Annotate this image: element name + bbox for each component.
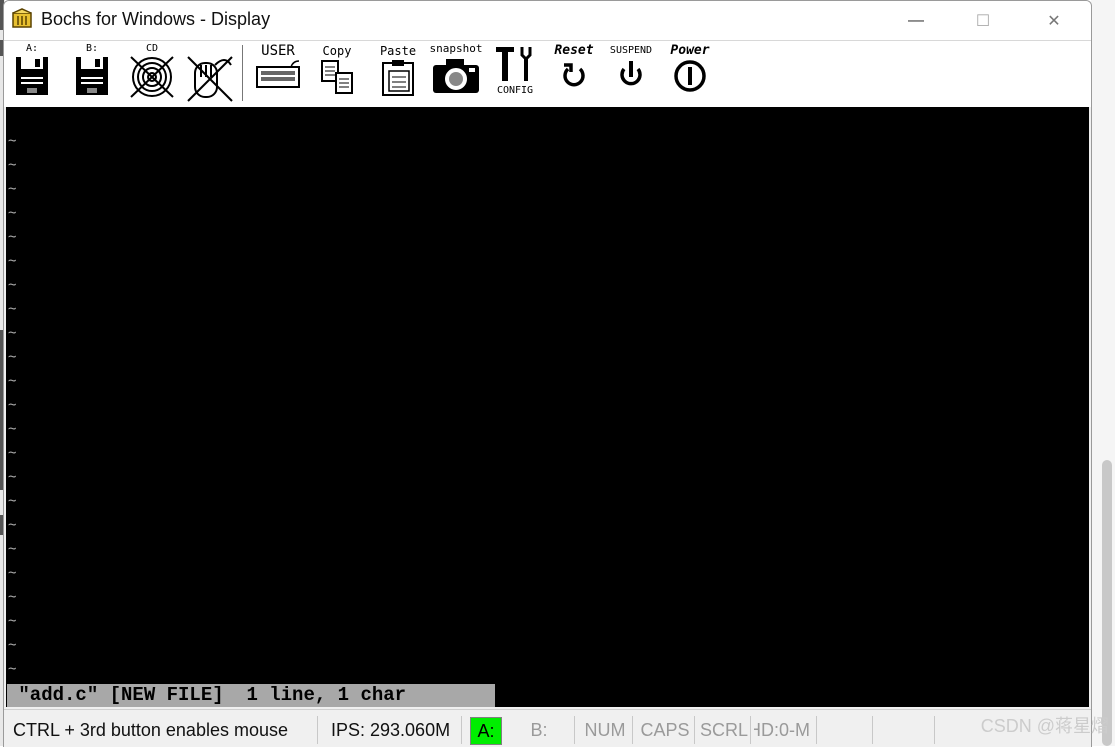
vim-tilde-line: ~	[8, 157, 17, 173]
snapshot-label: snapshot	[429, 42, 483, 55]
mouse-hint-text: CTRL + 3rd button enables mouse	[4, 716, 318, 744]
maximize-icon: ☐	[975, 12, 991, 30]
vim-tilde-line: ~	[8, 565, 17, 581]
vim-status-line: "add.c" [NEW FILE] 1 line, 1 char	[7, 684, 495, 707]
cdrom-label: CD	[145, 43, 159, 54]
vim-tilde-line: ~	[8, 613, 17, 629]
paste-button[interactable]: Paste	[376, 43, 420, 103]
floppy-a-button[interactable]: A:	[12, 43, 52, 103]
floppy-a-label: A:	[25, 43, 39, 54]
vim-tilde-line: ~	[8, 589, 17, 605]
camera-icon	[433, 59, 479, 93]
vim-tilde-line: ~	[8, 301, 17, 317]
csdn-watermark: CSDN @蒋星熠	[980, 716, 1109, 736]
suspend-icon	[620, 61, 642, 86]
caps-lock-indicator: CAPS	[636, 716, 695, 744]
hard-disk-indicator: HD:0-M	[754, 716, 817, 744]
maximize-button[interactable]: ☐	[960, 1, 1006, 40]
reset-label: Reset	[554, 43, 594, 58]
vim-tilde-line: ~	[8, 277, 17, 293]
reset-icon	[563, 63, 585, 87]
vim-tilde-line: ~	[8, 397, 17, 413]
toolbar-separator	[242, 45, 243, 101]
minimize-icon: —	[908, 11, 924, 29]
background-scrollbar[interactable]	[1091, 0, 1115, 746]
suspend-label: SUSPEND	[609, 45, 653, 56]
vim-tilde-line: ~	[8, 205, 17, 221]
status-slot-empty	[820, 716, 873, 744]
emulator-display[interactable]: ~ ~ ~ ~ ~ ~ ~ ~ ~ ~ ~ ~ ~ ~ ~ ~ ~ ~ ~ ~ ~ ~ ~ "add.c" [NEW FIL…	[6, 107, 1089, 707]
vim-tilde-line: ~	[8, 445, 17, 461]
paste-label: Paste	[379, 44, 417, 58]
status-slot-empty	[876, 716, 935, 744]
copy-icon	[321, 60, 353, 94]
power-button[interactable]: Power	[664, 43, 716, 103]
toolbar: A: B: CD USER Copy Paste snapshot CONFIG…	[4, 40, 1091, 107]
drive-a-indicator: A:	[470, 717, 502, 745]
reset-button[interactable]: Reset	[548, 43, 600, 103]
user-button[interactable]: USER	[254, 43, 302, 103]
drive-b-indicator: B:	[504, 716, 575, 744]
vim-tilde-line: ~	[8, 325, 17, 341]
suspend-button[interactable]: SUSPEND	[604, 43, 658, 103]
floppy-icon	[16, 57, 48, 95]
vim-tilde-line: ~	[8, 493, 17, 509]
mouse-toggle-button[interactable]	[184, 43, 236, 103]
vim-tilde-line: ~	[8, 661, 17, 677]
copy-button[interactable]: Copy	[316, 43, 358, 103]
vim-tilde-line: ~	[8, 469, 17, 485]
vim-empty-lines: ~ ~ ~ ~ ~ ~ ~ ~ ~ ~ ~ ~ ~ ~ ~ ~ ~ ~ ~ ~ ~ ~ ~	[8, 129, 16, 681]
floppy-b-label: B:	[85, 43, 99, 54]
config-button[interactable]: CONFIG	[490, 43, 540, 103]
vim-tilde-line: ~	[8, 181, 17, 197]
title-bar[interactable]: Bochs for Windows - Display — ☐ ✕	[4, 1, 1091, 40]
power-icon	[674, 60, 706, 92]
cdrom-button[interactable]: CD	[126, 43, 178, 103]
scroll-lock-indicator: SCRL	[698, 716, 751, 744]
window-title: Bochs for Windows - Display	[41, 9, 271, 29]
vim-tilde-line: ~	[8, 421, 17, 437]
vim-tilde-line: ~	[8, 133, 17, 149]
close-button[interactable]: ✕	[1031, 1, 1077, 40]
vim-tilde-line: ~	[8, 253, 17, 269]
floppy-b-button[interactable]: B:	[72, 43, 112, 103]
cdrom-disabled-icon	[130, 56, 174, 98]
num-lock-indicator: NUM	[578, 716, 633, 744]
copy-label: Copy	[322, 44, 352, 58]
minimize-button[interactable]: —	[893, 1, 939, 40]
keyboard-icon	[256, 60, 300, 88]
scrollbar-thumb[interactable]	[1102, 460, 1112, 746]
vim-tilde-line: ~	[8, 373, 17, 389]
vim-tilde-line: ~	[8, 541, 17, 557]
vim-tilde-line: ~	[8, 349, 17, 365]
status-bar: CTRL + 3rd button enables mouse IPS: 293…	[4, 709, 1091, 747]
bochs-window: Bochs for Windows - Display — ☐ ✕ A: B:	[3, 0, 1092, 747]
clipboard-icon	[382, 60, 414, 96]
floppy-icon	[76, 57, 108, 95]
vim-tilde-line: ~	[8, 517, 17, 533]
tools-icon	[496, 47, 532, 81]
close-icon: ✕	[1047, 12, 1061, 30]
power-label: Power	[670, 43, 710, 58]
user-label: USER	[261, 43, 295, 59]
mouse-disabled-icon	[187, 56, 233, 102]
vim-tilde-line: ~	[8, 637, 17, 653]
ips-indicator: IPS: 293.060M	[322, 716, 462, 744]
bochs-app-icon	[12, 8, 32, 28]
config-label: CONFIG	[496, 85, 534, 96]
vim-tilde-line: ~	[8, 229, 17, 245]
snapshot-button[interactable]: snapshot	[428, 43, 484, 103]
